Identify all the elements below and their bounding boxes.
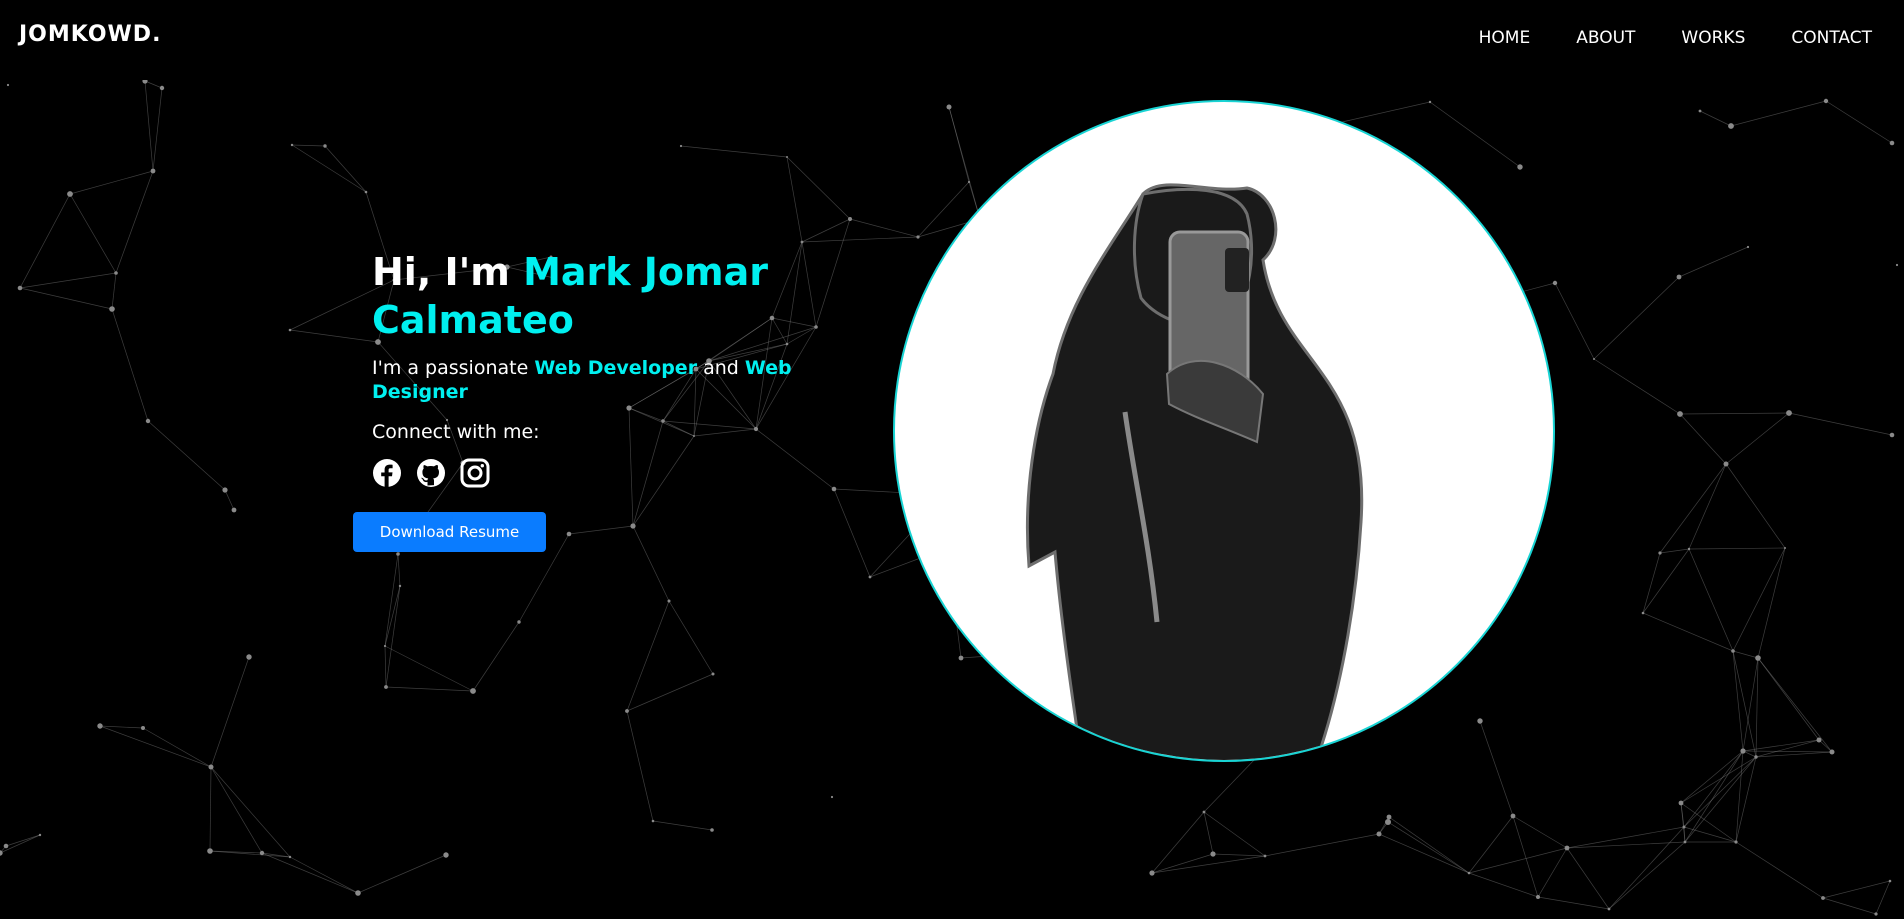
hero-headline: Hi, I'm Mark Jomar Calmateo <box>372 248 832 344</box>
facebook-icon[interactable] <box>372 458 402 488</box>
tagline-and: and <box>697 357 745 379</box>
download-resume-button[interactable]: Download Resume <box>353 512 546 552</box>
greeting-text: Hi, I'm <box>372 250 524 294</box>
role-web-developer: Web Developer <box>534 357 698 379</box>
tagline-prefix: I'm a passionate <box>372 357 535 379</box>
nav-about[interactable]: ABOUT <box>1576 28 1635 48</box>
nav-works[interactable]: WORKS <box>1681 28 1745 48</box>
profile-photo <box>893 100 1555 762</box>
person-silhouette <box>1025 183 1364 760</box>
brand-logo[interactable]: JOMKOWD. <box>19 22 161 47</box>
social-links <box>372 458 832 488</box>
connect-label: Connect with me: <box>372 421 540 443</box>
hero-intro: Hi, I'm Mark Jomar Calmateo I'm a passio… <box>353 248 832 552</box>
main-nav: HOME ABOUT WORKS CONTACT <box>1479 28 1872 48</box>
nav-home[interactable]: HOME <box>1479 28 1531 48</box>
github-icon[interactable] <box>416 458 446 488</box>
top-navbar: JOMKOWD. HOME ABOUT WORKS CONTACT <box>0 0 1904 80</box>
instagram-icon[interactable] <box>460 458 490 488</box>
nav-contact[interactable]: CONTACT <box>1791 28 1872 48</box>
hero-tagline: I'm a passionate Web Developer and Web D… <box>372 356 832 404</box>
